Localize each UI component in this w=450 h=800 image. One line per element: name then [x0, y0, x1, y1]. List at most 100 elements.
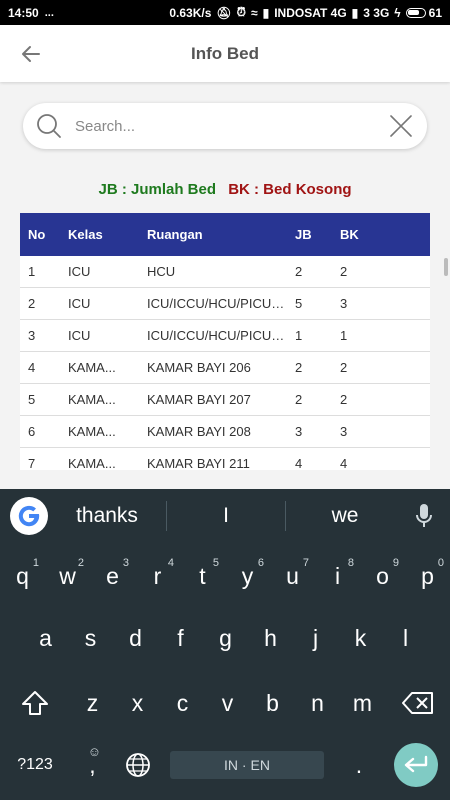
cell-jb: 2 — [295, 392, 303, 407]
app-root: 14:50 ... 0.63K/s 🔕︎ ⏰︎ ≈ ▮ INDOSAT 4G ▮… — [0, 0, 450, 800]
enter-key[interactable] — [394, 743, 438, 787]
key-hint: 6 — [257, 557, 264, 569]
cell-jb: 2 — [295, 360, 303, 375]
cell-bk: 2 — [340, 360, 348, 375]
keyboard-row-3: z x c v b n m — [0, 678, 450, 728]
app-bar: Info Bed — [0, 25, 450, 82]
key-a[interactable]: a — [23, 613, 68, 663]
suggestion-2[interactable]: I — [167, 504, 285, 528]
cell-kelas: KAMA... — [68, 424, 116, 439]
key-hint: 8 — [347, 557, 354, 569]
legend-jb: JB : Jumlah Bed — [98, 181, 217, 198]
key-c[interactable]: c — [160, 678, 205, 728]
status-bar: 14:50 ... 0.63K/s 🔕︎ ⏰︎ ≈ ▮ INDOSAT 4G ▮… — [0, 0, 450, 25]
cell-bk: 2 — [340, 264, 348, 279]
table-row[interactable]: 4 KAMA... KAMAR BAYI 206 2 2 — [20, 352, 430, 384]
globe-icon — [125, 753, 150, 777]
legend: JB : Jumlah Bed BK : Bed Kosong — [0, 181, 450, 198]
language-key[interactable] — [115, 740, 160, 790]
key-i[interactable]: i8 — [315, 551, 360, 601]
cell-no: 7 — [28, 456, 36, 470]
key-label: e — [106, 562, 119, 589]
key-l[interactable]: l — [383, 613, 428, 663]
table-row[interactable]: 5 KAMA... KAMAR BAYI 207 2 2 — [20, 384, 430, 416]
key-b[interactable]: b — [250, 678, 295, 728]
key-x[interactable]: x — [115, 678, 160, 728]
table-scrollbar[interactable] — [444, 258, 448, 276]
table-row[interactable]: 1 ICU HCU 2 2 — [20, 256, 430, 288]
table-row[interactable]: 3 ICU ICU/ICCU/HCU/PICU/... 1 1 — [20, 320, 430, 352]
key-t[interactable]: t5 — [180, 551, 225, 601]
key-label: i — [334, 562, 341, 589]
key-h[interactable]: h — [248, 613, 293, 663]
enter-icon — [404, 755, 428, 773]
header-no: No — [28, 227, 46, 242]
key-q[interactable]: q1 — [0, 551, 45, 601]
search-input[interactable] — [75, 117, 387, 135]
cell-bk: 4 — [340, 456, 348, 470]
period-key[interactable]: . — [324, 740, 394, 790]
table-row[interactable]: 7 KAMA... KAMAR BAYI 211 4 4 — [20, 448, 430, 470]
google-logo-icon[interactable] — [10, 497, 48, 535]
network2-label: 3 3G — [363, 5, 390, 20]
key-j[interactable]: j — [293, 613, 338, 663]
key-g[interactable]: g — [203, 613, 248, 663]
cell-no: 4 — [28, 360, 36, 375]
key-f[interactable]: f — [158, 613, 203, 663]
cell-jb: 5 — [295, 296, 303, 311]
key-u[interactable]: u7 — [270, 551, 315, 601]
backspace-key[interactable] — [385, 678, 450, 728]
key-w[interactable]: w2 — [45, 551, 90, 601]
alarm-icon: ⏰︎ — [236, 5, 246, 19]
key-label: u — [286, 562, 299, 589]
symbols-key[interactable]: ?123 — [0, 740, 70, 790]
table-row[interactable]: 6 KAMA... KAMAR BAYI 208 3 3 — [20, 416, 430, 448]
key-y[interactable]: y6 — [225, 551, 270, 601]
emoji-icon: ☺ — [87, 744, 101, 759]
cell-ruangan: KAMAR BAYI 206 — [147, 360, 251, 375]
cell-no: 1 — [28, 264, 36, 279]
shift-key[interactable] — [0, 678, 70, 728]
key-r[interactable]: r4 — [135, 551, 180, 601]
key-o[interactable]: o9 — [360, 551, 405, 601]
key-e[interactable]: e3 — [90, 551, 135, 601]
backspace-icon — [401, 692, 433, 714]
search-bar — [23, 103, 427, 149]
mic-button[interactable] — [404, 496, 444, 536]
arrow-left-icon — [22, 46, 40, 62]
key-d[interactable]: d — [113, 613, 158, 663]
keyboard-row-1: q1 w2 e3 r4 t5 y6 u7 i8 o9 p0 — [0, 551, 450, 601]
page-title: Info Bed — [191, 43, 259, 63]
key-p[interactable]: p0 — [405, 551, 450, 601]
space-bar[interactable]: IN · EN — [170, 751, 324, 779]
key-s[interactable]: s — [68, 613, 113, 663]
key-m[interactable]: m — [340, 678, 385, 728]
cell-kelas: KAMA... — [68, 392, 116, 407]
cell-ruangan: ICU/ICCU/HCU/PICU/... — [147, 328, 285, 343]
key-v[interactable]: v — [205, 678, 250, 728]
charging-icon: ϟ — [394, 5, 401, 20]
suggestion-bar: thanks I we — [0, 489, 450, 543]
keyboard-row-4: ?123 ☺ , IN · EN . — [0, 740, 450, 790]
key-z[interactable]: z — [70, 678, 115, 728]
key-label: t — [199, 562, 206, 589]
key-hint: 3 — [122, 557, 129, 569]
clear-search-button[interactable] — [387, 112, 415, 140]
suggestion-1[interactable]: thanks — [48, 504, 166, 528]
key-label: w — [59, 562, 76, 589]
table-row[interactable]: 2 ICU ICU/ICCU/HCU/PICU/... 5 3 — [20, 288, 430, 320]
key-label: o — [376, 562, 389, 589]
back-button[interactable] — [16, 39, 46, 69]
comma-key[interactable]: ☺ , — [70, 740, 115, 790]
battery-icon — [405, 7, 426, 18]
suggestion-3[interactable]: we — [286, 504, 404, 528]
cell-kelas: KAMA... — [68, 360, 116, 375]
key-label: r — [153, 562, 162, 589]
key-hint: 4 — [167, 557, 174, 569]
bed-table[interactable]: No Kelas Ruangan JB BK 1 ICU HCU 2 2 2 I… — [20, 213, 430, 470]
cell-ruangan: KAMAR BAYI 207 — [147, 392, 251, 407]
key-n[interactable]: n — [295, 678, 340, 728]
cell-no: 6 — [28, 424, 36, 439]
cell-ruangan: HCU — [147, 264, 176, 279]
key-k[interactable]: k — [338, 613, 383, 663]
